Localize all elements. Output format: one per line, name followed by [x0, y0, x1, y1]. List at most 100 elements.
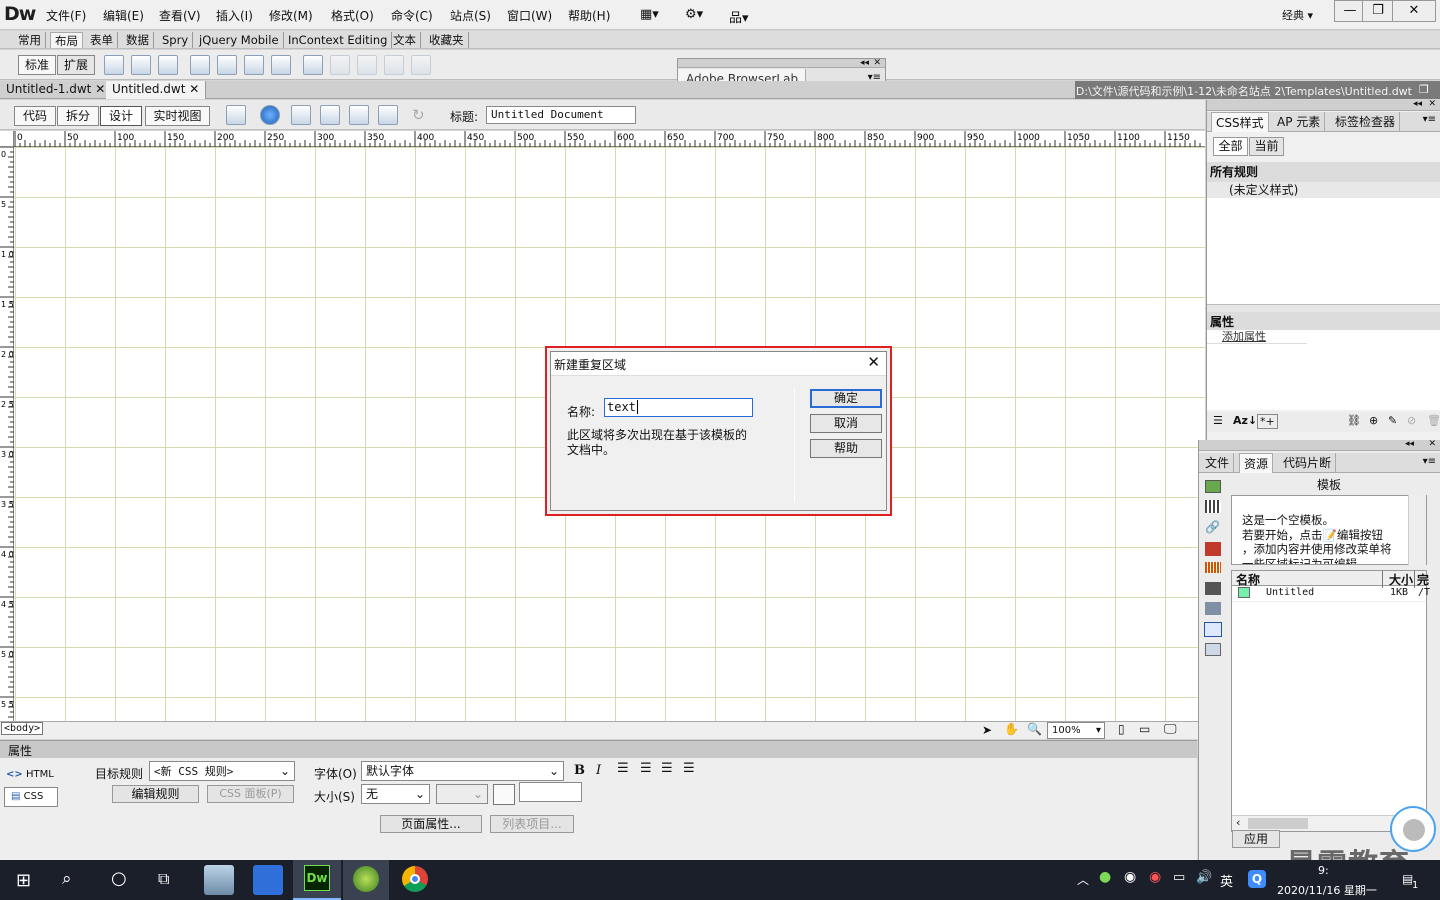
urls-icon[interactable]: 🔗	[1205, 521, 1221, 534]
cancel-button[interactable]: 取消	[810, 414, 882, 433]
qq-tray-icon[interactable]: ◉	[1124, 869, 1136, 885]
frames-icon[interactable]	[303, 55, 323, 75]
font-select[interactable]: 默认字体 ⌄	[361, 761, 564, 781]
menu-commands[interactable]: 命令(C)	[391, 7, 433, 24]
html-mode-button[interactable]: <> HTML	[6, 766, 56, 784]
file-management-icon[interactable]	[291, 105, 311, 125]
document-title-input[interactable]: Untitled Document	[486, 106, 636, 124]
network-icon[interactable]: ▭	[1173, 870, 1185, 885]
collapse-icon[interactable]: ◂◂	[1405, 439, 1414, 449]
menu-modify[interactable]: 修改(M)	[269, 7, 313, 24]
browser-compat-icon[interactable]	[349, 105, 369, 125]
tab-snippets[interactable]: 代码片断	[1279, 453, 1337, 473]
insert-tab-favorites[interactable]: 收藏夹	[425, 32, 469, 48]
fluid-layout-icon[interactable]	[190, 55, 210, 75]
input-method-icon[interactable]: Q	[1248, 870, 1266, 888]
hand-tool-icon[interactable]: ✋	[1004, 722, 1019, 736]
spry-tabs-icon[interactable]	[244, 55, 264, 75]
panel-menu-icon[interactable]: ▾≡	[1423, 114, 1436, 125]
ok-button[interactable]: 确定	[810, 389, 882, 408]
spry-accordion-icon[interactable]	[271, 55, 291, 75]
panel-menu-icon[interactable]: ▾≡	[1423, 456, 1436, 467]
site-icon[interactable]: 品▾	[729, 7, 749, 26]
spry-menu-icon[interactable]	[217, 55, 237, 75]
tab-ap-elements[interactable]: AP 元素	[1273, 112, 1326, 132]
preview-browser-icon[interactable]	[260, 105, 280, 125]
clock-date[interactable]: 2020/11/16 星期一	[1277, 882, 1377, 898]
apply-template-button[interactable]: 应用	[1232, 830, 1280, 848]
italic-button[interactable]: I	[596, 763, 601, 778]
css-mode-all-button[interactable]: 全部	[1213, 137, 1248, 156]
css-mode-current-button[interactable]: 当前	[1249, 137, 1284, 156]
design-view-button[interactable]: 设计	[100, 106, 142, 126]
align-right-icon[interactable]: ☰	[661, 761, 673, 776]
w3c-validation-icon[interactable]	[320, 105, 340, 125]
tab-css-styles[interactable]: CSS样式	[1211, 112, 1269, 132]
ruler-origin[interactable]	[0, 131, 14, 147]
shockwave-icon[interactable]	[1205, 562, 1221, 573]
table-row[interactable]: Untitled 1KB /T	[1232, 586, 1430, 602]
templates-icon[interactable]	[1204, 622, 1222, 637]
help-button[interactable]: 帮助	[810, 439, 882, 458]
region-name-input[interactable]: text	[604, 398, 753, 417]
restore-button[interactable]: ❐	[1362, 0, 1394, 22]
visual-aids-icon[interactable]	[378, 105, 398, 125]
doc-tab-untitled[interactable]: Untitled.dwt ✕	[106, 81, 207, 99]
target-rule-select[interactable]: <新 CSS 规则> ⌄	[149, 761, 295, 781]
collapse-icon[interactable]: ◂◂	[1413, 99, 1422, 109]
insert-tab-spry[interactable]: Spry	[158, 32, 194, 48]
workspace-switcher[interactable]: 经典 ▾	[1282, 7, 1313, 23]
images-icon[interactable]	[1205, 480, 1221, 493]
ime-indicator[interactable]: 英	[1220, 871, 1233, 890]
insert-tab-text[interactable]: 文本	[389, 32, 421, 48]
insert-tab-incontext[interactable]: InContext Editing	[284, 32, 393, 48]
mobile-size-icon[interactable]: ▯	[1118, 722, 1125, 736]
search-icon[interactable]: ⌕	[62, 869, 72, 889]
code-view-button[interactable]: 代码	[14, 106, 56, 126]
layout-icon[interactable]: ▦▾	[640, 7, 659, 22]
insert-tab-forms[interactable]: 表单	[86, 32, 118, 48]
select-tool-icon[interactable]: ➤	[982, 723, 992, 737]
splitter[interactable]	[1207, 304, 1440, 312]
new-rule-icon[interactable]: ⊕	[1369, 414, 1378, 427]
taskbar-app-dreamweaver[interactable]: Dw	[293, 860, 341, 900]
taskbar-chrome-icon[interactable]	[402, 866, 428, 892]
desktop-size-icon[interactable]: 🖵	[1164, 722, 1177, 737]
close-icon[interactable]: ✕	[95, 82, 105, 96]
windows-start-icon[interactable]: ⊞	[16, 870, 31, 891]
insert-div-icon[interactable]	[104, 55, 124, 75]
menu-insert[interactable]: 插入(I)	[216, 7, 253, 24]
close-button[interactable]: ✕	[1392, 0, 1436, 22]
set-props-icon[interactable]: *+	[1257, 414, 1278, 429]
volume-icon[interactable]: 🔊	[1196, 870, 1212, 885]
close-icon[interactable]: ✕	[867, 353, 880, 371]
add-property-link[interactable]: 添加属性	[1207, 330, 1307, 344]
notification-center-icon[interactable]: ▤ 1	[1402, 872, 1424, 894]
doc-tab-untitled-1[interactable]: Untitled-1.dwt ✕	[0, 81, 113, 99]
table-icon[interactable]	[158, 55, 178, 75]
movies-icon[interactable]	[1205, 582, 1221, 595]
menu-file[interactable]: 文件(F)	[46, 7, 86, 24]
insert-tab-common[interactable]: 常用	[14, 32, 46, 48]
close-icon[interactable]: ✕	[189, 82, 199, 96]
taskbar-app-word-icon[interactable]	[253, 865, 283, 895]
align-center-icon[interactable]: ☰	[640, 761, 652, 776]
task-view-icon[interactable]: ⧉	[158, 869, 169, 889]
alpha-view-icon[interactable]: Az↓	[1233, 414, 1257, 427]
attach-style-icon[interactable]: ⛓	[1347, 414, 1361, 427]
bold-button[interactable]: B	[574, 763, 585, 778]
live-view-button[interactable]: 实时视图	[145, 106, 210, 126]
collapse-icon[interactable]: ◂◂	[860, 58, 869, 68]
split-view-button[interactable]: 拆分	[57, 106, 99, 126]
close-icon[interactable]: ✕	[1428, 99, 1436, 109]
restore-doc-icon[interactable]: ❐	[1419, 83, 1429, 96]
draw-ap-div-icon[interactable]	[131, 55, 151, 75]
gear-icon[interactable]: ⚙▾	[685, 7, 703, 22]
taskbar-app-notepad-icon[interactable]	[204, 865, 234, 895]
menu-window[interactable]: 窗口(W)	[507, 7, 552, 24]
rule-undefined[interactable]: (未定义样式)	[1207, 182, 1440, 198]
edit-style-icon[interactable]: ✎	[1388, 414, 1397, 427]
standard-mode-button[interactable]: 标准	[18, 55, 56, 75]
multiscreen-icon[interactable]	[226, 105, 246, 125]
insert-tab-data[interactable]: 数据	[122, 32, 154, 48]
